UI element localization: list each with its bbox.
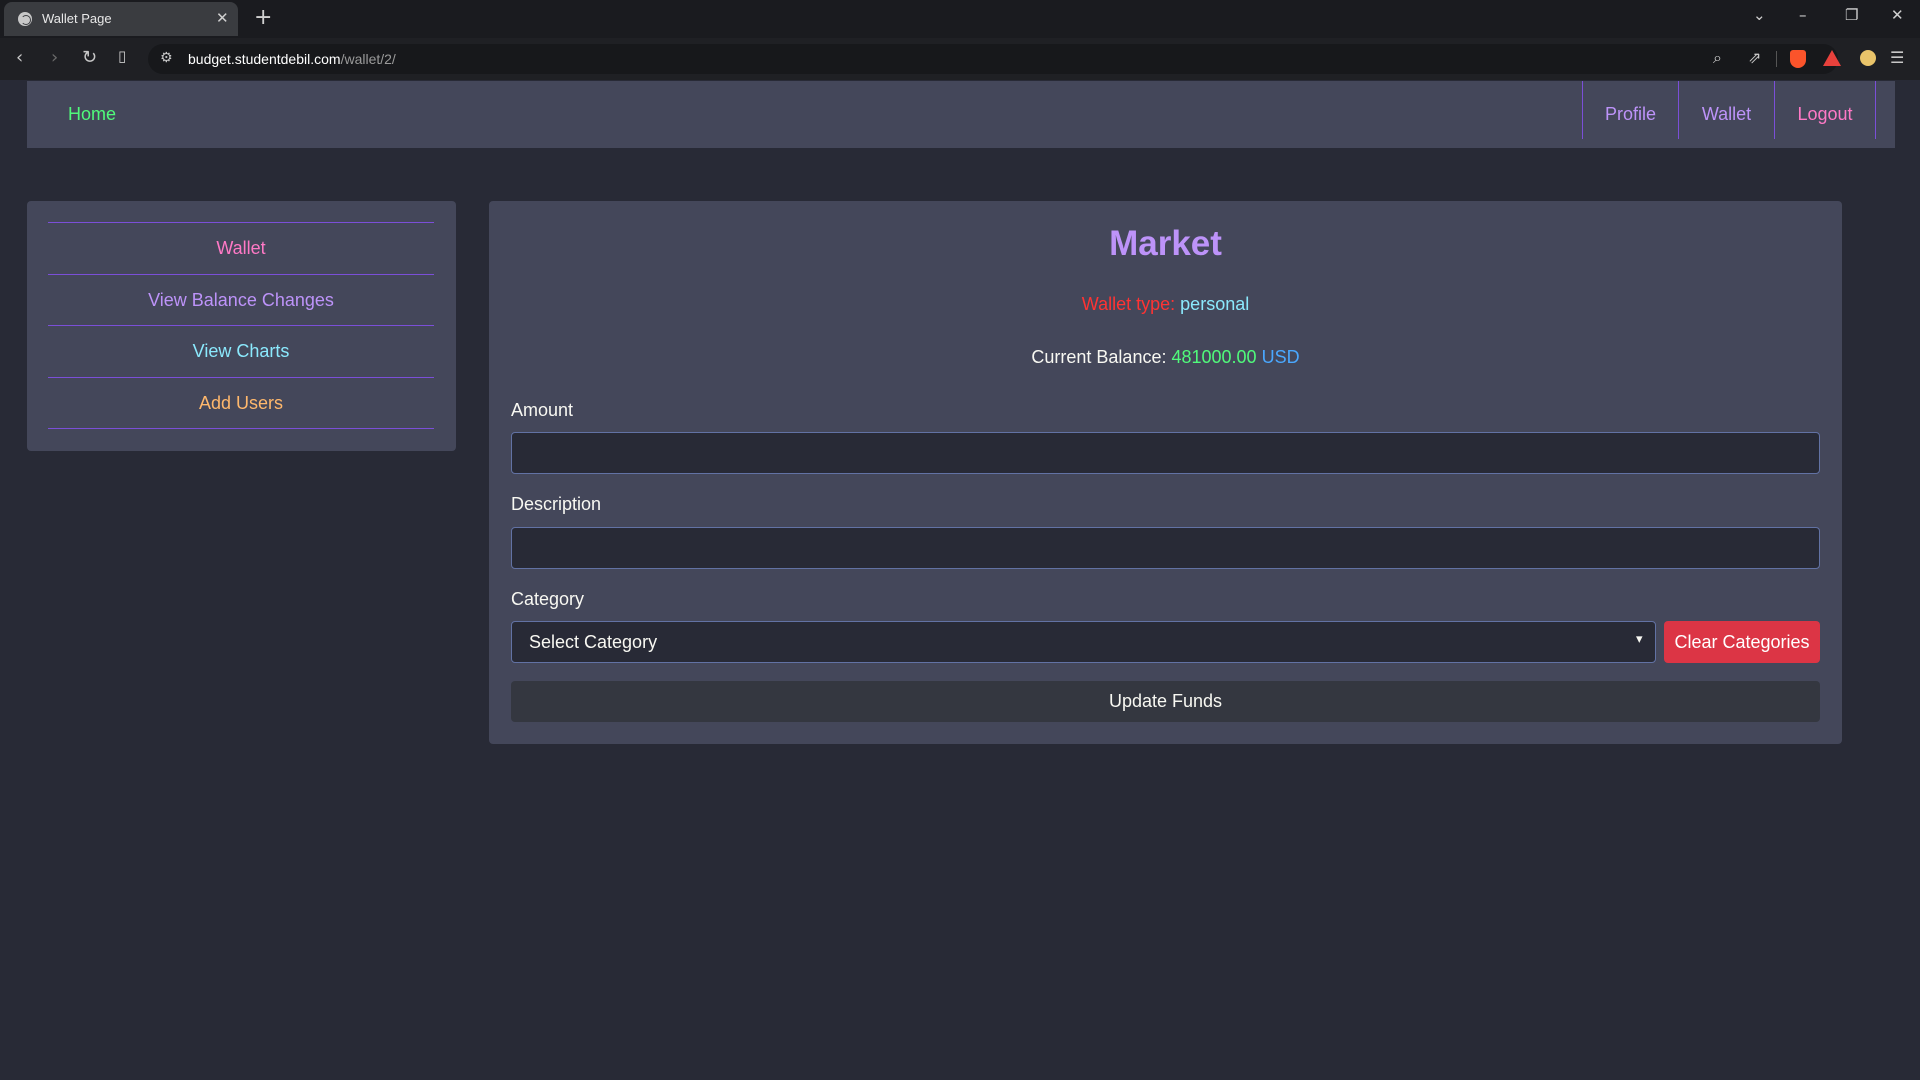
zoom-icon[interactable]: ⌕ [1713,48,1722,68]
globe-icon [18,12,32,26]
share-icon[interactable]: ⇗ [1748,48,1761,67]
description-label: Description [511,494,602,514]
sidebar-item-add-users[interactable]: Add Users [48,378,434,429]
window-close-icon[interactable]: ✕ [1891,6,1904,24]
new-tab-icon[interactable]: + [254,5,272,30]
update-funds-button[interactable]: Update Funds [511,681,1820,722]
site-info-icon[interactable]: ⚙ [160,50,173,66]
reload-icon[interactable]: ↻ [82,47,97,68]
profile-icon[interactable] [1860,50,1876,66]
brave-shields-icon[interactable] [1790,50,1806,68]
wallet-type-value: personal [1180,294,1250,314]
wallet-title: Market [1109,224,1222,263]
category-label: Category [511,589,585,609]
restore-icon[interactable]: ❐ [1845,6,1858,24]
sidebar-menu: Wallet View Balance Changes View Charts … [48,222,434,429]
sidebar-item-wallet[interactable]: Wallet [48,223,434,275]
balance-currency: USD [1261,347,1300,367]
nav-wallet-link[interactable]: Wallet [1678,81,1774,139]
wallet-type: Wallet type: personal [489,294,1842,315]
category-select[interactable] [511,621,1656,663]
amount-label: Amount [511,400,574,420]
minimize-icon[interactable]: – [1799,6,1807,24]
bookmark-icon[interactable]: ▯ [118,47,126,65]
clear-categories-button[interactable]: Clear Categories [1664,621,1820,663]
browser-tab-bar: Wallet Page ✕ + ⌄ – ❐ ✕ [0,0,1920,38]
nav-logout-link[interactable]: Logout [1774,81,1876,139]
url-text[interactable]: budget.studentdebil.com/wallet/2/ [188,51,396,67]
amount-input[interactable] [511,432,1820,474]
wallet-type-label: Wallet type: [1081,294,1176,314]
browser-tab[interactable]: Wallet Page ✕ [4,2,238,36]
close-tab-icon[interactable]: ✕ [216,9,229,27]
description-input[interactable] [511,527,1820,569]
sidebar-item-view-balance-changes[interactable]: View Balance Changes [48,275,434,326]
balance-amount: 481000.00 [1171,347,1257,367]
back-icon[interactable]: ‹ [16,47,23,68]
current-balance: Current Balance: 481000.00 USD [489,347,1842,368]
nav-profile-link[interactable]: Profile [1582,81,1678,139]
category-selected-value[interactable]: Select Category [529,632,657,653]
brave-rewards-icon[interactable] [1823,50,1841,66]
menu-icon[interactable]: ☰ [1890,48,1904,67]
nav-home-link[interactable]: Home [68,104,116,125]
address-bar[interactable] [148,44,1838,74]
sidebar-item-view-charts[interactable]: View Charts [48,326,434,378]
tab-title: Wallet Page [42,11,112,26]
balance-label: Current Balance: [1031,347,1167,367]
chevron-down-icon[interactable]: ▾ [1636,632,1643,647]
tab-search-icon[interactable]: ⌄ [1753,6,1766,24]
forward-icon[interactable]: › [51,47,58,68]
toolbar-divider [1776,51,1777,67]
